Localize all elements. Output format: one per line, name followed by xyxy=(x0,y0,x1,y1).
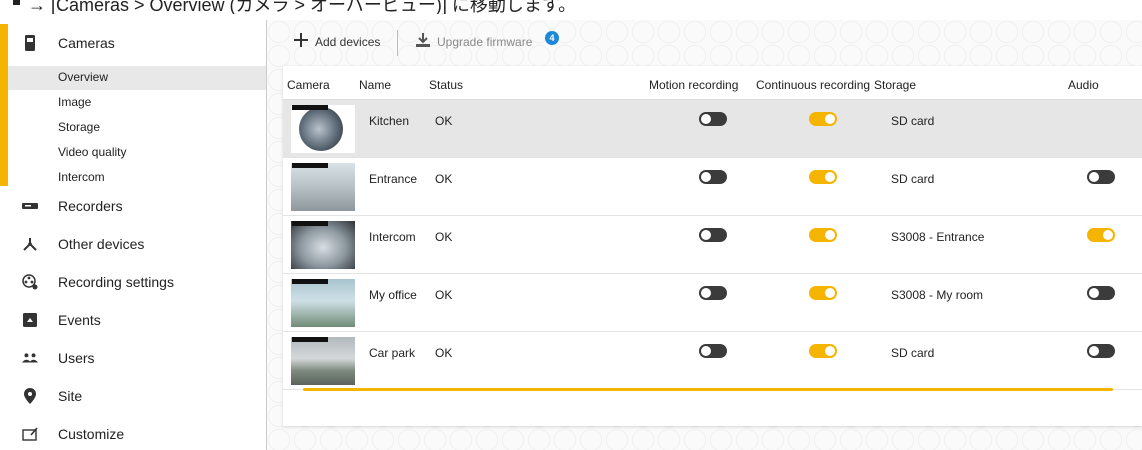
sidebar-subitem-image[interactable]: Image xyxy=(8,91,266,115)
sidebar-subitem-storage[interactable]: Storage xyxy=(8,116,266,140)
audio-toggle[interactable] xyxy=(1087,286,1115,300)
instruction-caption: → [Cameras > Overview (カメラ > オーバービュー)] に… xyxy=(28,0,577,14)
table-row[interactable]: Kitchen OK SD card xyxy=(283,100,1142,158)
column-header-status[interactable]: Status xyxy=(429,78,463,92)
continuous-recording-toggle[interactable] xyxy=(809,344,837,358)
audio-toggle[interactable] xyxy=(1087,228,1115,242)
sidebar-subitem-label: Image xyxy=(58,95,92,109)
plus-icon xyxy=(293,32,309,51)
bullet-marker xyxy=(13,0,20,5)
motion-recording-toggle[interactable] xyxy=(699,170,727,184)
sidebar-subitem-video-quality[interactable]: Video quality xyxy=(8,141,266,165)
audio-toggle[interactable] xyxy=(1087,344,1115,358)
table-row[interactable]: My office OK S3008 - My room xyxy=(283,274,1142,332)
storage-value: S3008 - My room xyxy=(891,288,984,302)
camera-status: OK xyxy=(435,288,453,302)
motion-recording-toggle[interactable] xyxy=(699,286,727,300)
table-row[interactable]: Intercom OK S3008 - Entrance xyxy=(283,216,1142,274)
camera-icon xyxy=(22,35,38,51)
camera-status: OK xyxy=(435,230,453,244)
table-row[interactable]: Entrance OK SD card xyxy=(283,158,1142,216)
sidebar-item-other-devices[interactable]: Other devices xyxy=(0,225,266,263)
sidebar-item-recording-settings[interactable]: Recording settings xyxy=(0,263,266,301)
instruction-caption-strip: → [Cameras > Overview (カメラ > オーバービュー)] に… xyxy=(0,0,1142,14)
column-header-motion-recording[interactable]: Motion recording xyxy=(649,78,738,92)
storage-value: SD card xyxy=(891,114,935,128)
continuous-recording-toggle[interactable] xyxy=(809,170,837,184)
upgrade-firmware-button[interactable]: Upgrade firmware xyxy=(415,32,532,51)
sidebar-item-site[interactable]: Site xyxy=(0,377,266,415)
motion-recording-toggle[interactable] xyxy=(699,112,727,126)
sidebar-item-events[interactable]: Events xyxy=(0,301,266,339)
upgrade-firmware-label: Upgrade firmware xyxy=(437,34,533,49)
motion-recording-toggle[interactable] xyxy=(699,344,727,358)
column-header-name[interactable]: Name xyxy=(359,78,391,92)
sidebar-subitem-label: Storage xyxy=(58,120,101,134)
continuous-recording-toggle[interactable] xyxy=(809,228,837,242)
sidebar-subitem-overview[interactable]: Overview xyxy=(8,66,266,90)
other-devices-icon xyxy=(22,236,38,252)
camera-status: OK xyxy=(435,346,453,360)
storage-value: S3008 - Entrance xyxy=(891,230,985,244)
storage-value: SD card xyxy=(891,346,935,360)
sidebar-subitem-label: Overview xyxy=(58,70,109,84)
horizontal-scrollbar[interactable] xyxy=(303,388,1113,391)
camera-name: Intercom xyxy=(369,230,416,244)
recorder-icon xyxy=(22,198,38,214)
camera-thumbnail xyxy=(291,105,355,153)
column-header-continuous-recording[interactable]: Continuous recording xyxy=(756,78,870,92)
camera-name: Kitchen xyxy=(369,114,410,128)
storage-value: SD card xyxy=(891,172,935,186)
toolbar: Add devices Upgrade firmware 4 xyxy=(267,20,1142,66)
sidebar-item-label: Customize xyxy=(58,426,125,442)
camera-name: Entrance xyxy=(369,172,418,186)
customize-icon xyxy=(22,426,38,442)
motion-recording-toggle[interactable] xyxy=(699,228,727,242)
toolbar-divider xyxy=(397,30,398,56)
sidebar-item-label: Cameras xyxy=(58,35,115,51)
column-header-storage[interactable]: Storage xyxy=(874,78,916,92)
table-row[interactable]: Car park OK SD card xyxy=(283,332,1142,390)
add-devices-label: Add devices xyxy=(315,34,381,49)
camera-name: My office xyxy=(369,288,417,302)
camera-name: Car park xyxy=(369,346,416,360)
sidebar-item-users[interactable]: Users xyxy=(0,339,266,377)
audio-toggle[interactable] xyxy=(1087,170,1115,184)
recording-settings-icon xyxy=(22,274,38,290)
main-content: Add devices Upgrade firmware 4 Camera Na… xyxy=(266,20,1142,450)
camera-thumbnail xyxy=(291,279,355,327)
continuous-recording-toggle[interactable] xyxy=(809,112,837,126)
camera-thumbnail xyxy=(291,163,355,211)
users-icon xyxy=(22,350,38,366)
camera-status: OK xyxy=(435,114,453,128)
sidebar-subitem-label: Intercom xyxy=(58,170,105,184)
sidebar-item-label: Events xyxy=(58,312,101,328)
column-header-camera[interactable]: Camera xyxy=(287,78,330,92)
location-pin-icon xyxy=(22,388,38,404)
sidebar-item-recorders[interactable]: Recorders xyxy=(0,187,266,225)
sidebar-item-cameras[interactable]: Cameras xyxy=(0,24,266,62)
continuous-recording-toggle[interactable] xyxy=(809,286,837,300)
download-icon xyxy=(415,32,431,51)
events-icon xyxy=(22,312,38,328)
sidebar: Cameras Overview Image Storage Video qua… xyxy=(0,20,266,450)
firmware-update-count-badge: 4 xyxy=(545,31,559,45)
table-header: Camera Name Status Motion recording Cont… xyxy=(283,66,1142,100)
camera-status: OK xyxy=(435,172,453,186)
camera-thumbnail xyxy=(291,221,355,269)
sidebar-item-customize[interactable]: Customize xyxy=(0,415,266,450)
camera-thumbnail xyxy=(291,337,355,385)
column-header-audio[interactable]: Audio xyxy=(1068,78,1099,92)
sidebar-item-label: Recorders xyxy=(58,198,123,214)
sidebar-item-label: Users xyxy=(58,350,95,366)
sidebar-item-label: Recording settings xyxy=(58,274,174,290)
cameras-table: Camera Name Status Motion recording Cont… xyxy=(283,66,1142,426)
sidebar-subitem-label: Video quality xyxy=(58,145,127,159)
add-devices-button[interactable]: Add devices xyxy=(293,32,380,51)
sidebar-item-label: Other devices xyxy=(58,236,145,252)
sidebar-item-label: Site xyxy=(58,388,83,404)
